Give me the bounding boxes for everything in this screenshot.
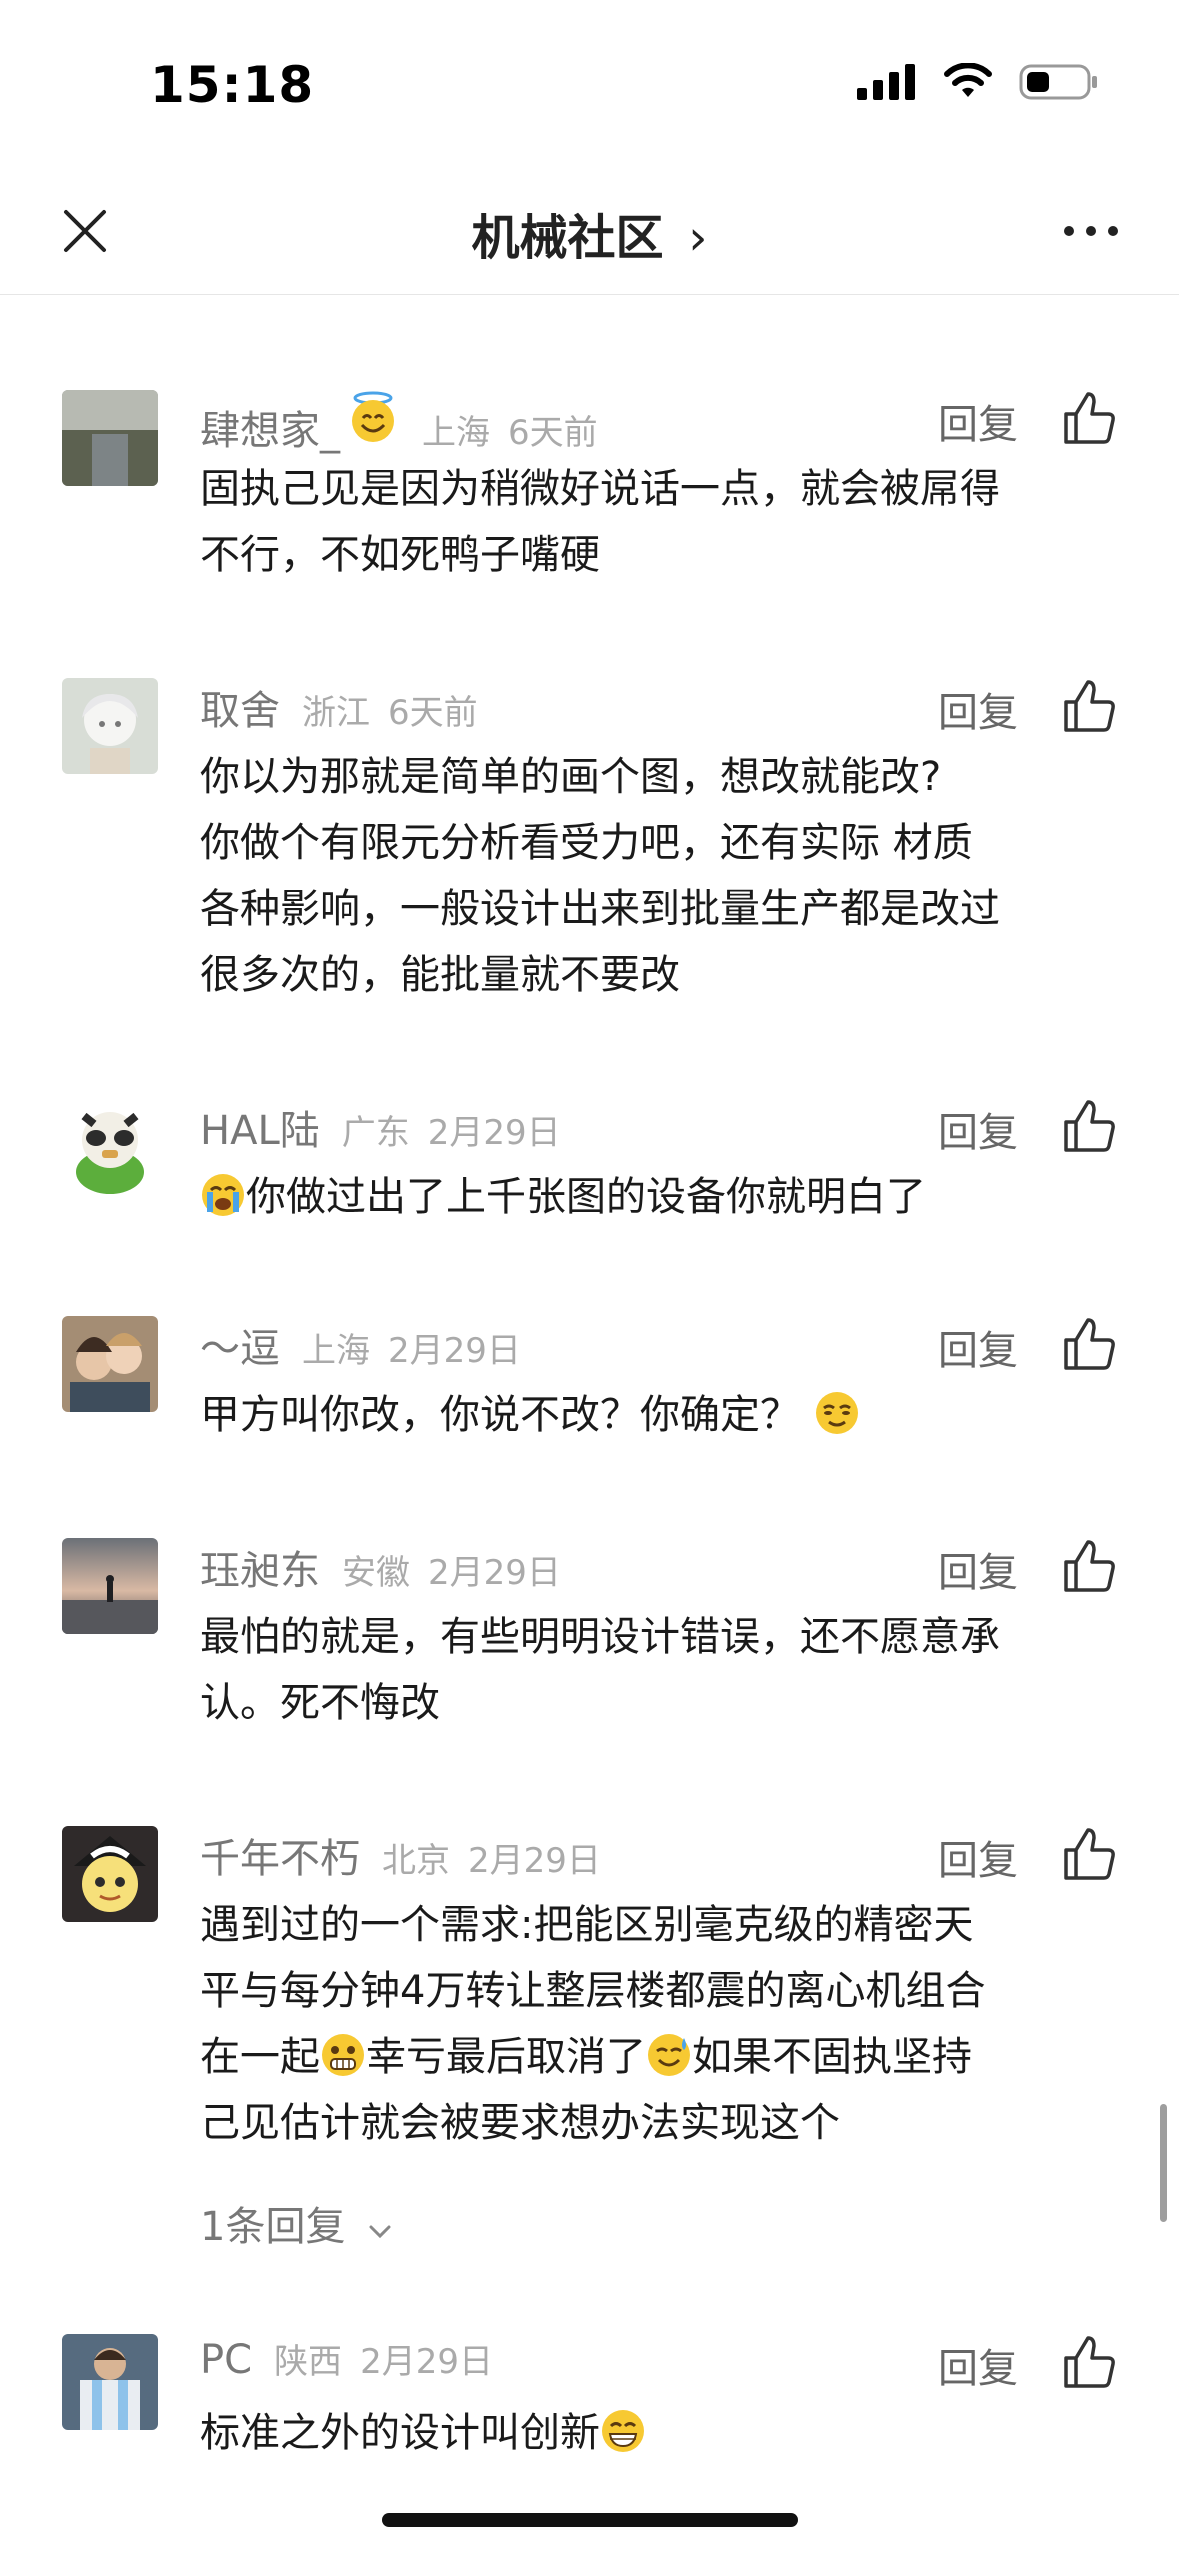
like-thumb-icon[interactable] xyxy=(1062,1316,1118,1372)
wifi-icon xyxy=(944,63,992,97)
more-icon xyxy=(1064,226,1118,236)
view-replies-link[interactable]: 1条回复 xyxy=(200,2194,392,2252)
comment-text: 标准之外的设计叫创新 xyxy=(200,2400,1120,2466)
username[interactable]: PC xyxy=(200,2337,252,2383)
username[interactable]: 肆想家_ xyxy=(200,398,340,456)
grimace-emoji-icon xyxy=(322,2034,364,2076)
like-thumb-icon[interactable] xyxy=(1062,678,1118,734)
username[interactable]: 取舍 xyxy=(200,678,280,736)
chevron-right-icon: › xyxy=(688,210,708,266)
reply-button[interactable]: 回复 xyxy=(938,1318,1018,1376)
like-thumb-icon[interactable] xyxy=(1062,1098,1118,1154)
comment-text: 甲方叫你改，你说不改？你确定？ xyxy=(200,1382,1120,1448)
smirk-emoji-icon xyxy=(816,1392,858,1434)
like-thumb-icon[interactable] xyxy=(1062,390,1118,446)
reply-button[interactable]: 回复 xyxy=(938,1540,1018,1598)
status-bar: 15:18 xyxy=(0,0,1179,170)
username[interactable]: 珏昶东 xyxy=(200,1538,320,1596)
avatar[interactable] xyxy=(62,1316,158,1412)
nav-bar: 机械社区 › xyxy=(0,170,1179,295)
battery-icon xyxy=(1019,64,1097,100)
comment-item: 肆想家_ 上海 6天前 回复 固执己见是因为稍微好说话一点，就会被屌得 不行，不… xyxy=(0,390,1179,620)
comment-text: 最怕的就是，有些明明设计错误，还不愿意承 认。死不悔改 xyxy=(200,1614,1000,1726)
comment-item: ～逗 上海 2月29日 回复 甲方叫你改，你说不改？你确定？ xyxy=(0,1316,1179,1456)
location: 陕西 xyxy=(274,2342,343,2382)
avatar[interactable] xyxy=(62,390,158,486)
timestamp: 2月29日 xyxy=(428,1553,561,1593)
timestamp: 2月29日 xyxy=(468,1841,601,1881)
username[interactable]: 千年不朽 xyxy=(200,1826,360,1884)
username[interactable]: ～逗 xyxy=(200,1316,280,1374)
timestamp: 6天前 xyxy=(508,413,598,453)
avatar[interactable] xyxy=(62,1098,158,1194)
comment-text: 固执己见是因为稍微好说话一点，就会被屌得 不行，不如死鸭子嘴硬 xyxy=(200,466,1000,578)
reply-button[interactable]: 回复 xyxy=(938,2336,1018,2394)
location: 广东 xyxy=(341,1113,410,1153)
comment-item: PC 陕西 2月29日 回复 标准之外的设计叫创新 xyxy=(0,2334,1179,2474)
reply-button[interactable]: 回复 xyxy=(938,1828,1018,1886)
like-thumb-icon[interactable] xyxy=(1062,2334,1118,2390)
location: 浙江 xyxy=(302,693,370,733)
page-title: 机械社区 xyxy=(471,210,664,266)
avatar[interactable] xyxy=(62,678,158,774)
location: 安徽 xyxy=(342,1553,410,1593)
halo-smile-emoji-icon xyxy=(352,391,394,442)
comment-item: 取舍 浙江 6天前 回复 你以为那就是简单的画个图，想改就能改? 你做个有限元分… xyxy=(0,678,1179,1018)
community-title-link[interactable]: 机械社区 › xyxy=(0,198,1179,268)
timestamp: 6天前 xyxy=(388,693,478,733)
reply-button[interactable]: 回复 xyxy=(938,680,1018,738)
like-thumb-icon[interactable] xyxy=(1062,1538,1118,1594)
like-thumb-icon[interactable] xyxy=(1062,1826,1118,1882)
comment-text: 遇到过的一个需求:把能区别毫克级的精密天 平与每分钟4万转让整层楼都震的离心机组… xyxy=(200,1902,986,2146)
comment-item: HAL陆 广东 2月29日 回复 你做过出了上千张图的设备你就明白了 xyxy=(0,1098,1179,1238)
avatar[interactable] xyxy=(62,1826,158,1922)
reply-button[interactable]: 回复 xyxy=(938,1100,1018,1158)
comment-item: 千年不朽 北京 2月29日 回复 遇到过的一个需求:把能区别毫克级的精密天 平与… xyxy=(0,1826,1179,2266)
home-indicator[interactable] xyxy=(382,2513,798,2527)
grin-emoji-icon xyxy=(602,2410,644,2452)
cellular-signal-icon xyxy=(857,64,915,100)
more-button[interactable] xyxy=(1051,198,1131,264)
timestamp: 2月29日 xyxy=(360,2342,493,2382)
comment-text: 你做过出了上千张图的设备你就明白了 xyxy=(200,1164,1120,1230)
avatar[interactable] xyxy=(62,2334,158,2430)
timestamp: 2月29日 xyxy=(388,1331,521,1371)
sweat-smile-emoji-icon xyxy=(648,2034,690,2076)
reply-button[interactable]: 回复 xyxy=(938,392,1018,450)
location: 上海 xyxy=(422,413,490,453)
status-icons xyxy=(857,62,1099,102)
location: 北京 xyxy=(382,1841,450,1881)
status-time: 15:18 xyxy=(150,56,315,114)
chevron-down-icon xyxy=(369,2225,391,2239)
scrollbar[interactable] xyxy=(1160,2104,1167,2222)
location: 上海 xyxy=(302,1331,370,1371)
comment-item: 珏昶东 安徽 2月29日 回复 最怕的就是，有些明明设计错误，还不愿意承 认。死… xyxy=(0,1538,1179,1748)
timestamp: 2月29日 xyxy=(427,1113,561,1153)
username[interactable]: HAL陆 xyxy=(200,1098,320,1156)
crying-emoji-icon xyxy=(202,1174,244,1216)
comment-text: 你以为那就是简单的画个图，想改就能改? 你做个有限元分析看受力吧，还有实际 材质… xyxy=(200,754,1000,998)
avatar[interactable] xyxy=(62,1538,158,1634)
